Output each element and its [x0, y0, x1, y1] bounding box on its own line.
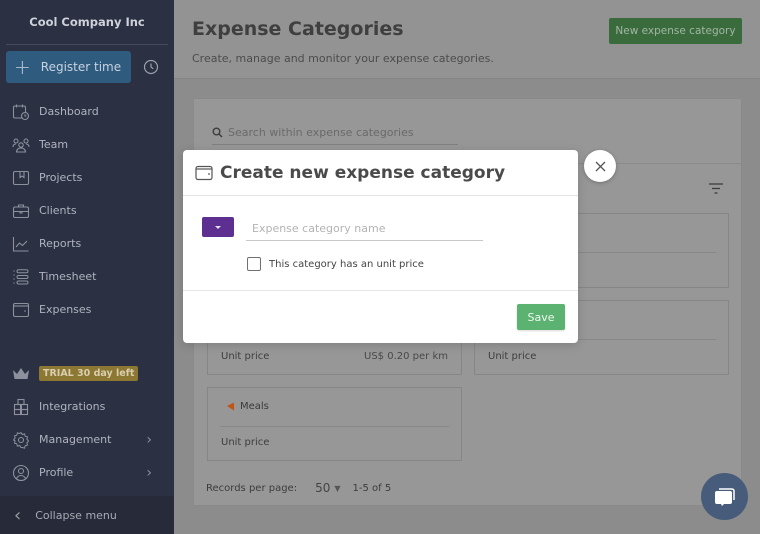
register-time-label: Register time	[40, 60, 122, 74]
chevron-left-icon: ‹	[14, 504, 22, 526]
sidebar-item-dashboard[interactable]: Dashboard	[0, 95, 174, 128]
category-name: Meals	[226, 401, 269, 412]
wallet-icon	[12, 302, 30, 317]
timesheet-icon	[13, 268, 29, 284]
unit-price-label: Unit price	[221, 351, 270, 362]
clock-icon[interactable]	[143, 59, 159, 75]
category-card-meals[interactable]: Meals Unit price	[207, 387, 462, 461]
page-subtitle: Create, manage and monitor your expense …	[192, 52, 494, 65]
briefcase-icon	[12, 203, 30, 218]
search-placeholder: Search within expense categories	[228, 126, 414, 139]
unit-price-checkbox-label: This category has an unit price	[269, 258, 424, 270]
sidebar-item-label: Profile	[39, 466, 74, 479]
sidebar-item-timesheet[interactable]: Timesheet	[0, 260, 174, 293]
sidebar-item-integrations[interactable]: Integrations	[0, 390, 174, 423]
chevron-right-icon: ›	[146, 464, 152, 481]
sidebar-item-expenses[interactable]: Expenses	[0, 293, 174, 326]
chat-icon	[714, 487, 735, 506]
close-icon	[595, 161, 605, 171]
search-icon	[212, 127, 223, 138]
sidebar-item-label: Team	[39, 138, 69, 151]
per-page-select[interactable]: 50	[315, 481, 330, 495]
card-divider	[220, 426, 449, 427]
modal-header: Create new expense category	[183, 150, 578, 196]
pagination: Records per page: 50 ▼ 1-5 of 5	[206, 481, 391, 495]
page-header: Expense Categories Create, manage and mo…	[174, 0, 760, 79]
sidebar-item-label: Projects	[39, 171, 83, 184]
save-button[interactable]: Save	[517, 304, 565, 330]
unit-price-label: Unit price	[221, 437, 270, 448]
sidebar-bottom: TRIAL 30 day left Integrations Managemen…	[0, 357, 174, 489]
new-expense-category-button[interactable]: New expense category	[609, 18, 742, 44]
caret-down-icon[interactable]: ▼	[334, 484, 340, 493]
register-row: + Register time	[0, 45, 174, 83]
chevron-right-icon: ›	[146, 431, 152, 448]
collapse-menu-button[interactable]: ‹ Collapse menu	[0, 496, 174, 534]
sidebar-nav: Dashboard Team Projects Clients Reports …	[0, 95, 174, 326]
caret-down-icon	[215, 225, 221, 229]
filter-icon[interactable]	[709, 183, 723, 195]
records-per-page-label: Records per page:	[206, 482, 298, 494]
sidebar-item-label: Clients	[39, 204, 77, 217]
checkbox-box[interactable]	[247, 257, 261, 271]
category-name-input[interactable]	[246, 216, 483, 241]
sidebar-item-label: Expenses	[39, 303, 92, 316]
chart-line-icon	[12, 236, 29, 252]
sidebar-item-team[interactable]: Team	[0, 128, 174, 161]
collapse-menu-label: Collapse menu	[35, 508, 117, 522]
trial-row[interactable]: TRIAL 30 day left	[0, 357, 174, 390]
sidebar-item-profile[interactable]: Profile ›	[0, 456, 174, 489]
sidebar-item-label: Dashboard	[39, 105, 99, 118]
chat-button[interactable]	[701, 473, 748, 520]
sidebar-item-clients[interactable]: Clients	[0, 194, 174, 227]
create-category-modal: Create new expense category This categor…	[183, 150, 578, 343]
sidebar-item-label: Timesheet	[39, 270, 97, 283]
sidebar-item-label: Reports	[39, 237, 82, 250]
register-time-button[interactable]: + Register time	[6, 51, 131, 83]
team-icon	[12, 137, 30, 153]
modal-title: Create new expense category	[220, 162, 506, 183]
wallet-icon	[195, 165, 213, 180]
sidebar: Cool Company Inc + Register time Dashboa…	[0, 0, 174, 534]
crown-icon	[13, 367, 29, 379]
unit-price-value: US$ 0.20 per km	[364, 351, 448, 362]
plus-icon: +	[14, 55, 31, 79]
sidebar-item-reports[interactable]: Reports	[0, 227, 174, 260]
sidebar-item-label: Integrations	[39, 400, 106, 413]
sidebar-item-projects[interactable]: Projects	[0, 161, 174, 194]
trial-badge: TRIAL 30 day left	[39, 366, 139, 381]
folder-icon	[12, 170, 30, 185]
page-title: Expense Categories	[192, 18, 404, 40]
modal-footer-divider	[183, 290, 578, 291]
unit-price-checkbox[interactable]: This category has an unit price	[247, 257, 424, 271]
close-modal-button[interactable]	[584, 150, 616, 182]
search-input[interactable]: Search within expense categories	[212, 121, 458, 145]
calendar-clock-icon	[12, 104, 30, 120]
pizza-icon	[227, 402, 234, 411]
user-circle-icon	[12, 464, 30, 481]
unit-price-label: Unit price	[488, 351, 537, 362]
cubes-icon	[13, 398, 29, 415]
gear-icon	[12, 431, 30, 449]
category-name-text: Meals	[240, 401, 269, 412]
color-picker-button[interactable]	[202, 217, 234, 237]
records-range: 1-5 of 5	[352, 482, 392, 494]
company-name: Cool Company Inc	[29, 15, 145, 29]
sidebar-item-label: Management	[39, 433, 112, 446]
sidebar-item-management[interactable]: Management ›	[0, 423, 174, 456]
